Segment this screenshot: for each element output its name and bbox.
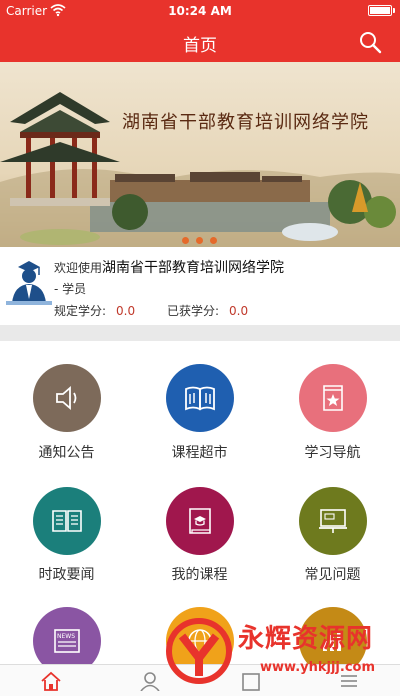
status-bar: Carrier 10:24 AM: [0, 0, 400, 22]
book-open-icon: [185, 386, 215, 411]
search-icon[interactable]: [358, 30, 382, 54]
menu-label: 课程超市: [171, 445, 228, 461]
earned-credits-value: 0.0: [229, 304, 249, 318]
banner-carousel[interactable]: 湖南省干部教育培训网络学院: [0, 62, 400, 247]
banner-artwork: [0, 92, 400, 247]
newspaper-book-icon: [52, 510, 82, 532]
required-credits: 规定学分: 0.0: [54, 302, 135, 319]
user-role: - 学员: [54, 282, 87, 296]
speaker-icon: [56, 386, 77, 410]
blackboard-icon: [319, 509, 347, 533]
watermark: 永辉资源网 www.yhkjjj.com: [160, 608, 400, 696]
school-name: 湖南省干部教育培训网络学院: [102, 260, 285, 276]
required-credits-value: 0.0: [116, 304, 136, 318]
nav-bar: 首页: [0, 22, 400, 62]
user-profile-card: 欢迎使用湖南省干部教育培训网络学院 - 学员 规定学分: 0.0 已获学分: 0.0: [0, 247, 400, 325]
notice-circle[interactable]: [33, 364, 101, 432]
menu-label: 我的课程: [171, 567, 228, 583]
section-divider: [0, 325, 400, 341]
carousel-dot[interactable]: [196, 237, 203, 244]
required-credits-label: 规定学分:: [54, 304, 107, 318]
watermark-text: 永辉资源网: [238, 624, 374, 654]
menu-label: 通知公告: [38, 445, 95, 461]
earned-credits-label: 已获学分:: [167, 304, 220, 318]
page-title: 首页: [183, 36, 217, 56]
news-icon-text: NEWS: [57, 633, 75, 640]
welcome-text: 欢迎使用湖南省干部教育培训网络学院: [54, 257, 284, 277]
watermark-logo: [166, 618, 232, 684]
carousel-dot[interactable]: [182, 237, 189, 244]
battery-tip: [393, 8, 395, 13]
clock: 10:24 AM: [168, 4, 232, 18]
news-icon: NEWS: [54, 629, 80, 653]
faq-circle[interactable]: [299, 487, 367, 555]
bookmark-star-icon: [323, 385, 343, 411]
study-guide-circle[interactable]: [299, 364, 367, 432]
graduation-book-icon: [189, 508, 211, 534]
my-courses-circle[interactable]: [166, 487, 234, 555]
current-affairs-circle[interactable]: [33, 487, 101, 555]
watermark-url: www.yhkjjj.com: [260, 660, 376, 675]
banner-title: 湖南省干部教育培训网络学院: [122, 112, 369, 133]
carousel-dot[interactable]: [210, 237, 217, 244]
menu-label: 学习导航: [304, 445, 361, 461]
menu-label: 时政要闻: [38, 567, 95, 583]
tab-profile[interactable]: [139, 671, 161, 691]
course-market-circle[interactable]: [166, 364, 234, 432]
earned-credits: 已获学分: 0.0: [167, 302, 248, 319]
menu-label: 常见问题: [304, 567, 361, 583]
tab-home[interactable]: [40, 671, 62, 691]
welcome-prefix: 欢迎使用: [54, 261, 103, 275]
avatar: [6, 255, 52, 305]
battery-icon: [368, 5, 392, 16]
